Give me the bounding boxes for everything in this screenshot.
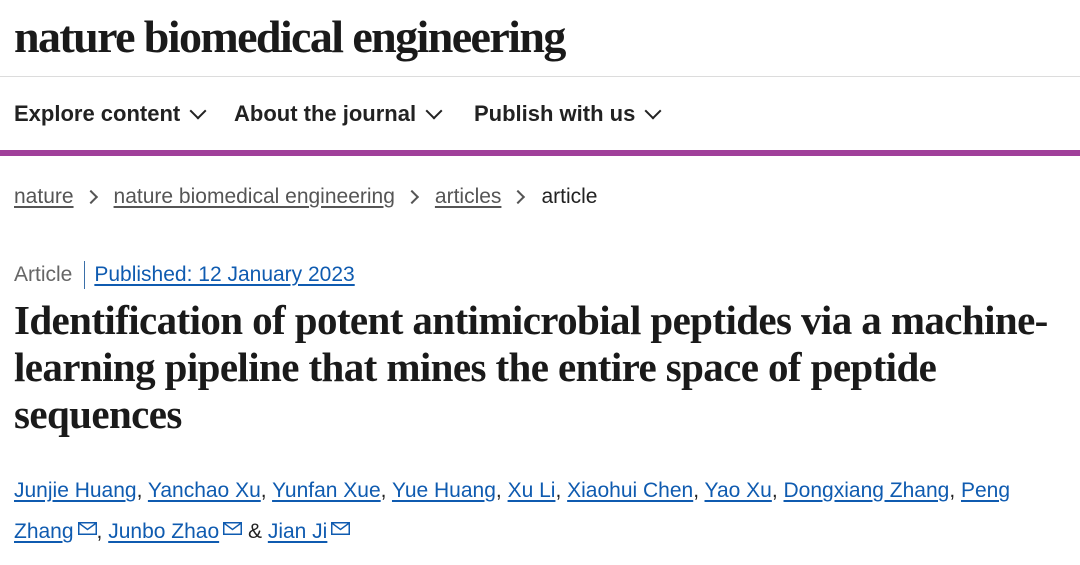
author-link[interactable]: Jian Ji — [268, 520, 328, 543]
chevron-right-icon — [511, 189, 526, 205]
nav-accent-bar — [0, 150, 1080, 156]
chevron-right-icon — [83, 189, 98, 205]
main-nav: Explore content About the journal Publis… — [0, 77, 1080, 150]
nav-explore-content[interactable]: Explore content — [14, 101, 207, 127]
nav-publish-with-us[interactable]: Publish with us — [474, 101, 662, 127]
chevron-down-icon — [189, 102, 207, 120]
journal-logo[interactable]: nature biomedical engineering — [14, 10, 566, 63]
chevron-down-icon — [644, 102, 662, 120]
article-title: Identification of potent antimicrobial p… — [14, 297, 1048, 437]
author-link[interactable]: Yanchao Xu — [148, 479, 261, 502]
article-meta: Article Published: 12 January 2023 — [14, 261, 355, 289]
breadcrumb-journal[interactable]: nature biomedical engineering — [114, 185, 395, 209]
author-link[interactable]: Junjie Huang — [14, 479, 137, 502]
breadcrumb: nature nature biomedical engineering art… — [14, 185, 597, 209]
meta-divider — [84, 261, 86, 289]
breadcrumb-nature[interactable]: nature — [14, 185, 74, 209]
author-link[interactable]: Dongxiang Zhang — [784, 479, 950, 502]
author-link[interactable]: Xu Li — [508, 479, 556, 502]
author-link[interactable]: Yunfan Xue — [272, 479, 381, 502]
envelope-icon[interactable] — [331, 522, 351, 535]
author-link[interactable]: Xiaohui Chen — [567, 479, 693, 502]
author-link[interactable]: Yao Xu — [705, 479, 772, 502]
breadcrumb-articles[interactable]: articles — [435, 185, 502, 209]
envelope-icon[interactable] — [77, 522, 97, 535]
published-date[interactable]: Published: 12 January 2023 — [94, 263, 354, 287]
author-link[interactable]: Junbo Zhao — [108, 520, 219, 543]
author-list: Junjie Huang, Yanchao Xu, Yunfan Xue, Yu… — [14, 479, 1011, 543]
article-type: Article — [14, 263, 73, 286]
envelope-icon[interactable] — [223, 522, 243, 535]
nav-label: Publish with us — [474, 101, 636, 126]
chevron-down-icon — [425, 102, 443, 120]
author-link[interactable]: Yue Huang — [392, 479, 496, 502]
nav-label: Explore content — [14, 101, 181, 126]
masthead: nature biomedical engineering — [0, 0, 1080, 77]
nav-about-journal[interactable]: About the journal — [234, 101, 443, 127]
breadcrumb-current: article — [541, 185, 598, 208]
chevron-right-icon — [404, 189, 419, 205]
nav-label: About the journal — [234, 101, 417, 126]
